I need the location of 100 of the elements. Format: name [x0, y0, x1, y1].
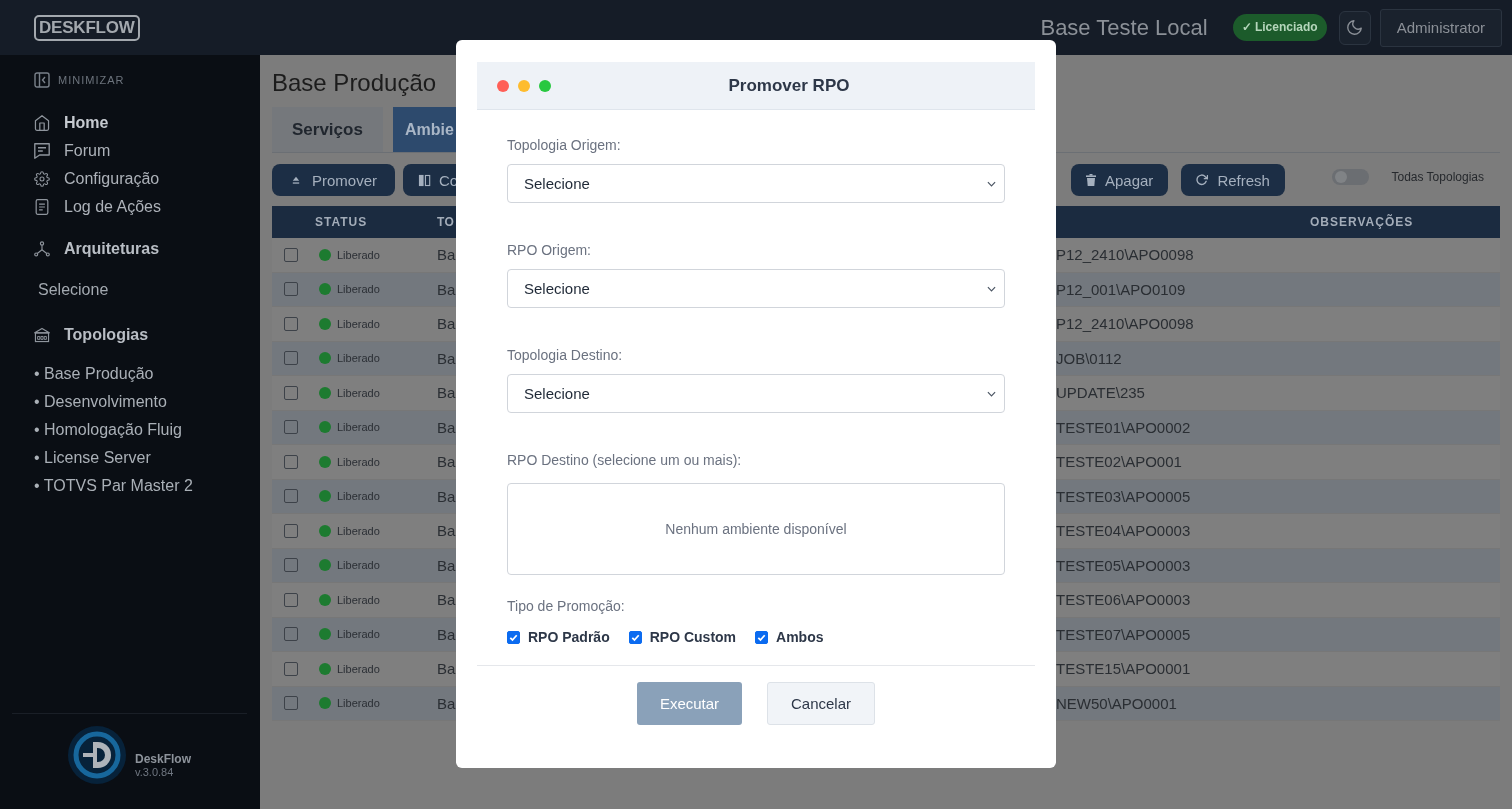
- table-cell: TESTE06\APO0003: [1056, 591, 1191, 609]
- status-text: Liberado: [337, 317, 380, 330]
- status-dot-icon: [319, 421, 331, 434]
- user-menu-button[interactable]: Administrator: [1379, 8, 1502, 47]
- license-badge: ✓ Licenciado: [1232, 14, 1327, 41]
- topology-link[interactable]: • Desenvolvimento: [34, 388, 167, 416]
- status-dot-icon: [319, 386, 331, 399]
- checkbox-label: RPO Padrão: [528, 629, 610, 645]
- table-cell: TESTE01\APO0002: [1056, 418, 1191, 436]
- topology-link[interactable]: • Base Produção: [34, 360, 154, 388]
- secondary-button[interactable]: Cancelar: [767, 682, 875, 725]
- row-checkbox[interactable]: [283, 627, 298, 642]
- select-field[interactable]: Selecione: [507, 269, 1005, 308]
- row-checkbox[interactable]: [283, 661, 298, 676]
- table-cell: P12_2410\APO0098: [1056, 246, 1194, 264]
- status-dot-icon: [319, 559, 331, 572]
- toolbar-button[interactable]: Promover: [272, 164, 396, 196]
- table-cell: UPDATE\235: [1056, 384, 1145, 402]
- checkbox-label: Ambos: [776, 629, 824, 645]
- select-field[interactable]: Selecione: [507, 374, 1005, 413]
- table-cell: TESTE07\APO0005: [1056, 625, 1191, 643]
- status-dot-icon: [319, 283, 331, 296]
- row-checkbox[interactable]: [283, 316, 298, 331]
- topology-link[interactable]: • TOTVS Par Master 2: [34, 472, 193, 500]
- status-dot-icon: [319, 628, 331, 641]
- status-text: Liberado: [337, 421, 380, 434]
- status-dot-icon: [319, 490, 331, 503]
- status-text: Liberado: [337, 559, 380, 572]
- moon-icon: [1347, 20, 1363, 35]
- section-title: Arquiteturas: [64, 240, 160, 258]
- nav-item[interactable]: Log de Ações: [34, 193, 161, 221]
- row-checkbox[interactable]: [283, 247, 298, 262]
- row-checkbox[interactable]: [283, 592, 298, 607]
- table-cell: Ba: [437, 315, 456, 333]
- row-checkbox[interactable]: [283, 385, 298, 400]
- table-cell: Ba: [437, 591, 456, 609]
- field-label: Topologia Destino:: [507, 346, 623, 364]
- row-checkbox[interactable]: [283, 420, 298, 435]
- table-cell: Ba: [437, 556, 456, 574]
- status-text: Liberado: [337, 628, 380, 641]
- table-cell: Ba: [437, 418, 456, 436]
- toolbar-button[interactable]: Apagar: [1071, 164, 1169, 196]
- status-text: Liberado: [337, 248, 380, 261]
- checkbox[interactable]: [755, 630, 769, 644]
- field-label: RPO Origem:: [507, 241, 591, 259]
- table-cell: Ba: [437, 694, 456, 712]
- document-icon: [34, 199, 50, 215]
- row-checkbox[interactable]: [283, 351, 298, 366]
- compare-icon: [418, 173, 432, 187]
- tab[interactable]: Ambie: [392, 107, 457, 152]
- table-cell: Ba: [437, 625, 456, 643]
- status-dot-icon: [319, 248, 331, 261]
- topology-link[interactable]: • License Server: [34, 444, 151, 472]
- column-header: STATUS: [314, 215, 368, 229]
- theme-toggle-button[interactable]: [1338, 10, 1371, 45]
- row-checkbox[interactable]: [283, 523, 298, 538]
- nav-item[interactable]: Configuração: [34, 165, 160, 193]
- table-cell: TESTE02\APO001: [1056, 453, 1182, 471]
- table-cell: Ba: [437, 384, 456, 402]
- status-text: Liberado: [337, 697, 380, 710]
- select-field[interactable]: Selecione: [507, 164, 1005, 203]
- status-dot-icon: [319, 662, 331, 675]
- nav-item[interactable]: Forum: [34, 137, 111, 165]
- field-label: Tipo de Promoção:: [507, 597, 625, 615]
- minimize-button[interactable]: MINIMIZAR: [34, 72, 125, 88]
- upload-icon: [292, 176, 300, 184]
- dialog-title: Promover RPO: [728, 75, 850, 96]
- status-dot-icon: [319, 317, 331, 330]
- table-cell: TESTE15\APO0001: [1056, 660, 1191, 678]
- checkbox[interactable]: [628, 630, 642, 644]
- checkbox[interactable]: [507, 630, 520, 644]
- row-checkbox[interactable]: [283, 489, 298, 504]
- table-cell: NEW50\APO0001: [1056, 694, 1177, 712]
- topology-link[interactable]: • Homologação Fluig: [34, 416, 182, 444]
- row-checkbox[interactable]: [283, 558, 298, 573]
- status-text: Liberado: [337, 490, 380, 503]
- toggle-label: Todas Topologias: [1391, 170, 1484, 184]
- section-title: Topologias: [64, 326, 149, 344]
- chevron-down-icon: [987, 285, 996, 292]
- page-title: Base Produção: [272, 68, 437, 98]
- logo-icon: [68, 726, 126, 784]
- gear-icon: [34, 171, 50, 187]
- table-cell: Ba: [437, 280, 456, 298]
- building-icon: [34, 327, 50, 343]
- row-checkbox[interactable]: [283, 696, 298, 711]
- status-dot-icon: [319, 593, 331, 606]
- toolbar-button[interactable]: Refresh: [1181, 164, 1285, 196]
- status-text: Liberado: [337, 386, 380, 399]
- status-text: Liberado: [337, 455, 380, 468]
- table-cell: Ba: [437, 246, 456, 264]
- listbox-field[interactable]: Nenhum ambiente disponível: [507, 483, 1005, 575]
- row-checkbox[interactable]: [283, 282, 298, 297]
- status-dot-icon: [319, 697, 331, 710]
- field-label: Topologia Origem:: [507, 136, 621, 154]
- environment-title: Base Teste Local: [1040, 14, 1208, 41]
- nav-item[interactable]: Home: [34, 109, 109, 137]
- status-dot-icon: [319, 455, 331, 468]
- row-checkbox[interactable]: [283, 454, 298, 469]
- table-cell: Ba: [437, 487, 456, 505]
- architecture-selector[interactable]: Selecione: [38, 276, 109, 304]
